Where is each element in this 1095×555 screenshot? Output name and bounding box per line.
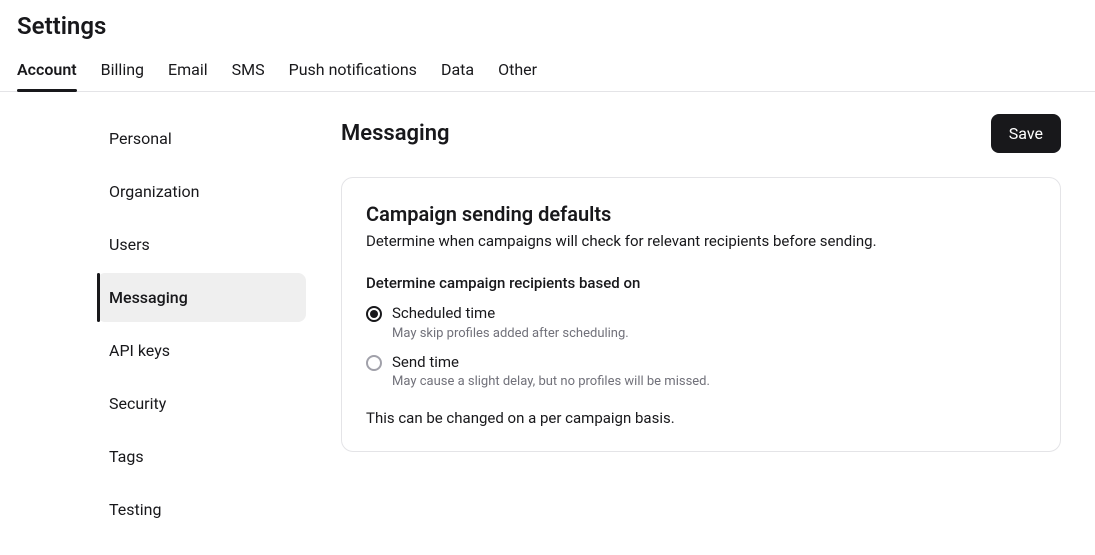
card-footnote: This can be changed on a per campaign ba… — [366, 409, 1036, 427]
campaign-defaults-card: Campaign sending defaults Determine when… — [341, 177, 1061, 452]
radio-icon — [366, 306, 382, 322]
page-title: Settings — [0, 0, 1095, 48]
sidebar-item-organization[interactable]: Organization — [97, 167, 306, 216]
radio-label: Send time — [392, 353, 1036, 373]
main-panel: Messaging Save Campaign sending defaults… — [306, 114, 1095, 538]
sidebar: Personal Organization Users Messaging AP… — [0, 114, 306, 538]
tab-push-notifications[interactable]: Push notifications — [289, 48, 417, 91]
tab-data[interactable]: Data — [441, 48, 474, 91]
radio-option-scheduled-time[interactable]: Scheduled time May skip profiles added a… — [366, 304, 1036, 341]
sidebar-item-users[interactable]: Users — [97, 220, 306, 269]
main-title: Messaging — [341, 121, 450, 146]
tab-other[interactable]: Other — [498, 48, 537, 91]
sidebar-item-api-keys[interactable]: API keys — [97, 326, 306, 375]
radio-label: Scheduled time — [392, 304, 1036, 324]
tabs-row: Account Billing Email SMS Push notificat… — [0, 48, 1095, 92]
radio-icon — [366, 355, 382, 371]
radio-option-send-time[interactable]: Send time May cause a slight delay, but … — [366, 353, 1036, 390]
card-title: Campaign sending defaults — [366, 202, 1036, 226]
sidebar-item-messaging[interactable]: Messaging — [97, 273, 306, 322]
radio-sublabel: May skip profiles added after scheduling… — [392, 326, 1036, 341]
tab-account[interactable]: Account — [17, 48, 77, 91]
card-description: Determine when campaigns will check for … — [366, 232, 1036, 250]
save-button[interactable]: Save — [991, 114, 1061, 153]
tab-email[interactable]: Email — [168, 48, 208, 91]
radio-sublabel: May cause a slight delay, but no profile… — [392, 374, 1036, 389]
radio-group: Scheduled time May skip profiles added a… — [366, 304, 1036, 389]
sidebar-item-tags[interactable]: Tags — [97, 432, 306, 481]
sidebar-item-testing[interactable]: Testing — [97, 485, 306, 534]
tab-billing[interactable]: Billing — [101, 48, 144, 91]
tab-sms[interactable]: SMS — [232, 48, 265, 91]
field-label: Determine campaign recipients based on — [366, 274, 1036, 292]
sidebar-item-security[interactable]: Security — [97, 379, 306, 428]
sidebar-item-personal[interactable]: Personal — [97, 114, 306, 163]
